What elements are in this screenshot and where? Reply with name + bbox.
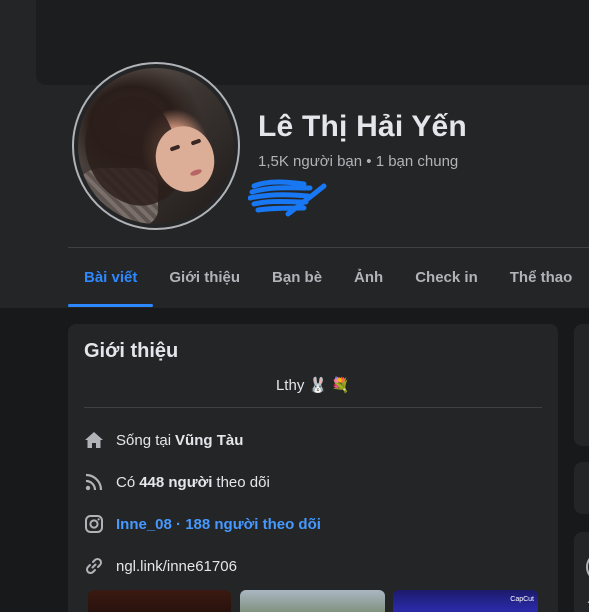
followers-prefix: Có [116, 473, 136, 491]
intro-title: Giới thiệu [84, 340, 179, 362]
rss-icon [84, 472, 104, 492]
instagram-link[interactable]: Inne_08 · 188 người theo dõi [116, 516, 321, 533]
intro-card: Giới thiệu Lthy 🐰 💐 Sống tại Vũng Tàu Có… [68, 324, 558, 612]
followers-row: Có 448 người theo dõi [84, 470, 270, 494]
tab-sports[interactable]: Thể thao [494, 252, 589, 304]
tab-about[interactable]: Giới thiệu [153, 252, 256, 304]
lives-city[interactable]: Vũng Tàu [175, 432, 243, 449]
tab-posts[interactable]: Bài viết [68, 252, 154, 307]
header-divider [68, 247, 589, 248]
right-card-2 [574, 462, 589, 514]
right-card-1 [574, 324, 589, 446]
profile-name: Lê Thị Hải Yến [258, 110, 467, 143]
tab-friends[interactable]: Bạn bè [256, 252, 338, 304]
followers-suffix: theo dõi [216, 473, 270, 491]
tab-checkins[interactable]: Check in [399, 252, 494, 304]
website-row: ngl.link/inne61706 [84, 554, 237, 578]
redaction-scribble [248, 179, 327, 217]
right-card-3: … [574, 532, 589, 612]
instagram-row: Inne_08 · 188 người theo dõi [84, 512, 321, 536]
intro-bio: Lthy 🐰 💐 [275, 377, 351, 394]
website-link[interactable]: ngl.link/inne61706 [116, 558, 237, 575]
featured-photo-1[interactable] [88, 590, 231, 612]
lives-in-row: Sống tại Vũng Tàu [84, 428, 247, 452]
featured-photo-2[interactable] [240, 590, 385, 612]
avatar-image [78, 68, 234, 224]
followers-count[interactable]: 448 người [139, 474, 212, 491]
link-icon [84, 556, 104, 576]
profile-avatar[interactable] [72, 62, 240, 230]
home-icon [84, 430, 104, 450]
capcut-watermark: CapCut [510, 596, 534, 603]
profile-tabs: Bài viết Giới thiệu Bạn bè Ảnh Check in … [68, 252, 589, 308]
lives-prefix: Sống tại [116, 431, 172, 449]
featured-photo-3[interactable]: CapCut [393, 590, 538, 612]
tab-photos[interactable]: Ảnh [338, 252, 399, 304]
instagram-icon [84, 514, 104, 534]
bio-divider [84, 407, 542, 408]
friends-summary[interactable]: 1,5K người bạn • 1 bạn chung [258, 153, 458, 170]
